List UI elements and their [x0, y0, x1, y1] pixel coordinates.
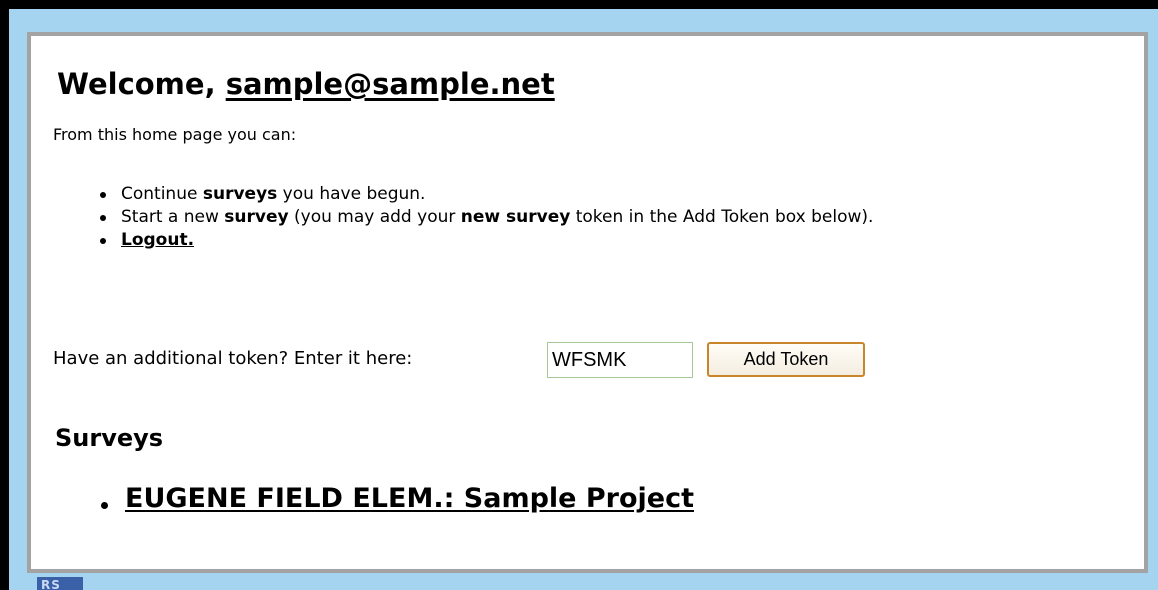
- user-email-link[interactable]: sample@sample.net: [226, 67, 555, 101]
- home-panel: Welcome, sample@sample.net From this hom…: [27, 32, 1148, 573]
- logo-text: RS: [41, 578, 61, 590]
- option-text: (you may add your: [288, 207, 461, 227]
- welcome-prefix: Welcome,: [57, 67, 226, 101]
- add-token-button[interactable]: Add Token: [707, 342, 865, 377]
- option-bold-text: new survey: [460, 207, 571, 227]
- token-label: Have an additional token? Enter it here:: [53, 348, 413, 369]
- surveys-heading: Surveys: [55, 424, 164, 452]
- list-item-start: Start a new survey (you may add your new…: [99, 206, 1119, 229]
- option-text: Start a new: [121, 207, 225, 227]
- survey-link[interactable]: EUGENE FIELD ELEM.: Sample Project: [125, 483, 694, 514]
- token-input[interactable]: [547, 342, 693, 378]
- option-bold-text: surveys: [202, 184, 278, 204]
- page-title: Welcome, sample@sample.net: [57, 66, 555, 102]
- option-text: you have begun.: [277, 184, 426, 204]
- option-text: token in the Add Token box below).: [570, 207, 874, 227]
- list-item: EUGENE FIELD ELEM.: Sample Project: [101, 482, 694, 516]
- options-list: Continue surveys you have begun. Start a…: [99, 183, 1119, 252]
- option-bold-text: survey: [224, 207, 289, 227]
- option-text: Continue: [121, 184, 203, 204]
- logo-icon: RS: [37, 577, 83, 590]
- logout-link[interactable]: Logout.: [121, 230, 194, 250]
- intro-text: From this home page you can:: [53, 125, 297, 144]
- list-item-logout: Logout.: [99, 229, 1119, 252]
- list-item-continue: Continue surveys you have begun.: [99, 183, 1119, 206]
- survey-list: EUGENE FIELD ELEM.: Sample Project: [101, 482, 694, 516]
